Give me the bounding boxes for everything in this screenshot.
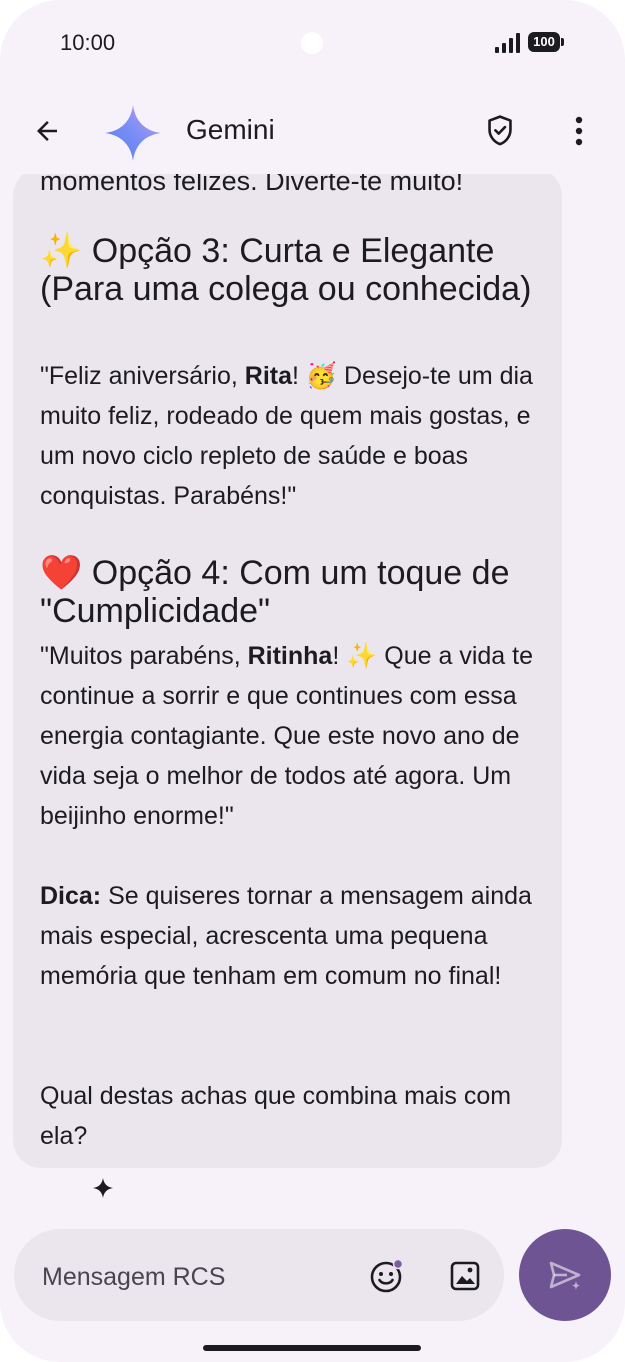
app-bar: Gemini xyxy=(0,90,625,174)
camera-cutout xyxy=(301,32,323,54)
tip-text: Dica: Se quiseres tornar a mensagem aind… xyxy=(40,876,540,996)
back-arrow-icon xyxy=(37,121,57,141)
option4-heading: ❤️ Opção 4: Com um toque de "Cumplicidad… xyxy=(40,554,540,630)
question-text: Qual destas achas que combina mais com e… xyxy=(40,1076,540,1156)
emoji-button[interactable] xyxy=(366,1255,408,1297)
send-icon xyxy=(549,1261,581,1290)
status-bar: 10:00 100 xyxy=(0,0,625,86)
option4-text: "Muitos parabéns, Ritinha! ✨ Que a vida … xyxy=(40,636,540,836)
attach-image-button[interactable] xyxy=(444,1255,486,1297)
option3-heading-text: Opção 3: Curta e Elegante (Para uma cole… xyxy=(40,232,532,308)
tip-body: Se quiseres tornar a mensagem ainda mais… xyxy=(40,882,532,990)
option4-heading-text: Opção 4: Com um toque de "Cumplicidade" xyxy=(40,554,510,630)
back-button[interactable] xyxy=(24,108,70,154)
option3-text-start: "Feliz aniversário, xyxy=(40,362,245,390)
signal-icon xyxy=(495,33,520,53)
send-button[interactable] xyxy=(519,1229,611,1321)
message-input[interactable] xyxy=(40,1259,344,1295)
option4-text-end: ! ✨ Que a vida te continue a sorrir e qu… xyxy=(40,642,533,830)
option3-text: "Feliz aniversário, Rita! 🥳 Desejo-te um… xyxy=(40,356,540,516)
shield-check-icon xyxy=(488,115,512,146)
heart-emoji: ❤️ xyxy=(40,553,83,593)
question-body: Qual destas achas que combina mais com e… xyxy=(40,1082,512,1150)
phone-screen: 10:00 100 Gemini momentos felizes. Diver… xyxy=(0,0,625,1362)
cut-off-text: momentos felizes. Diverte-te muito! xyxy=(40,174,464,196)
emoji-icon xyxy=(370,1258,404,1293)
more-options-button[interactable] xyxy=(556,108,602,154)
option4-text-start: "Muitos parabéns, xyxy=(40,642,248,670)
image-icon xyxy=(450,1261,480,1291)
app-title: Gemini xyxy=(186,114,275,145)
more-vert-icon xyxy=(575,116,583,146)
option4-name: Ritinha xyxy=(247,642,333,670)
shield-button[interactable] xyxy=(477,108,523,154)
status-time: 10:00 xyxy=(60,30,116,55)
option3-name: Rita xyxy=(244,362,293,390)
battery-level: 100 xyxy=(528,32,560,52)
message-composer xyxy=(14,1229,504,1321)
sparkles-emoji: ✨ xyxy=(40,231,83,271)
tip-label: Dica: xyxy=(40,882,102,910)
home-indicator[interactable] xyxy=(203,1345,421,1351)
sparkle-icon xyxy=(93,1178,113,1198)
battery-icon: 100 xyxy=(528,32,566,52)
chat-area[interactable]: momentos felizes. Diverte-te muito! ✨ Op… xyxy=(0,174,625,1224)
option3-heading: ✨ Opção 3: Curta e Elegante (Para uma co… xyxy=(40,232,540,308)
gemini-sparkle-icon xyxy=(105,105,161,161)
